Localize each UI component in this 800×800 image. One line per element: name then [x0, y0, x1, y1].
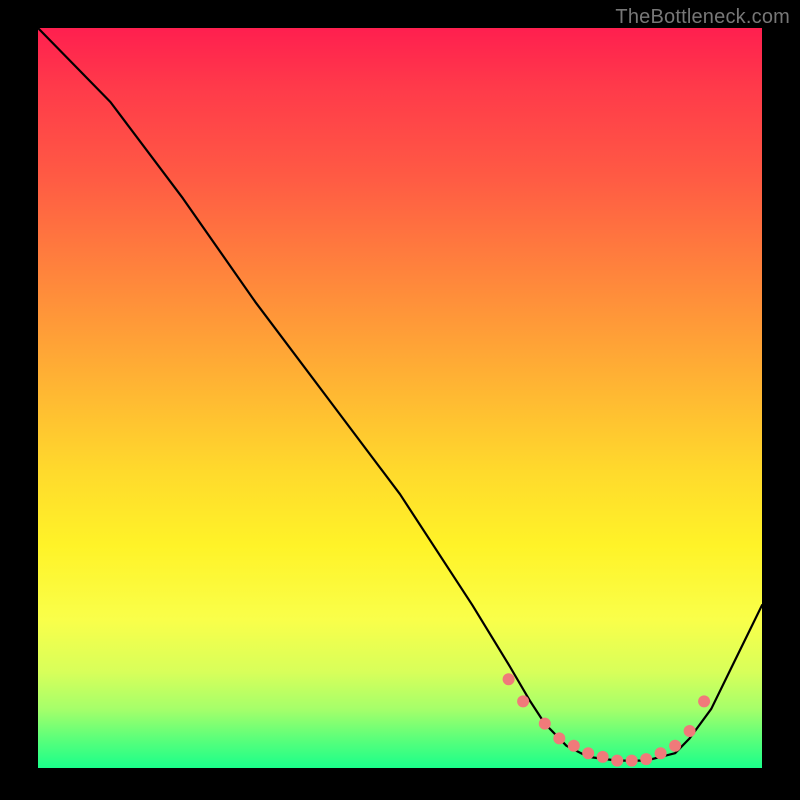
marker-dot	[684, 725, 696, 737]
marker-dot	[640, 753, 652, 765]
marker-dot	[669, 740, 681, 752]
chart-frame: TheBottleneck.com	[0, 0, 800, 800]
marker-dot	[517, 695, 529, 707]
bottleneck-curve	[38, 28, 762, 761]
marker-dot	[503, 673, 515, 685]
marker-layer	[503, 673, 710, 766]
marker-dot	[655, 747, 667, 759]
watermark-text: TheBottleneck.com	[615, 6, 790, 29]
marker-dot	[568, 740, 580, 752]
marker-dot	[611, 755, 623, 767]
marker-dot	[539, 718, 551, 730]
marker-dot	[597, 751, 609, 763]
marker-dot	[582, 747, 594, 759]
marker-dot	[553, 732, 565, 744]
marker-dot	[698, 695, 710, 707]
marker-dot	[626, 755, 638, 767]
chart-svg	[38, 28, 762, 768]
plot-area	[38, 28, 762, 768]
